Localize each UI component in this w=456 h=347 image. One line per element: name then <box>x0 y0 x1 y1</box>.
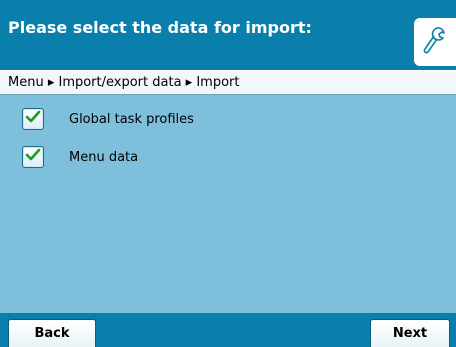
page-title: Please select the data for import: <box>8 18 312 37</box>
check-icon <box>25 110 41 129</box>
next-button[interactable]: Next <box>370 319 450 347</box>
breadcrumb-text: Menu ▸ Import/export data ▸ Import <box>8 75 240 90</box>
option-global-task-profiles[interactable]: Global task profiles <box>22 106 322 132</box>
global-task-profiles-checkbox[interactable] <box>22 108 44 130</box>
back-button[interactable]: Back <box>8 319 96 347</box>
menu-data-checkbox[interactable] <box>22 146 44 168</box>
settings-button[interactable] <box>414 18 456 66</box>
option-menu-data[interactable]: Menu data <box>22 144 322 170</box>
wrench-icon <box>422 25 448 60</box>
title-bar: Please select the data for import: <box>0 0 456 70</box>
global-task-profiles-label: Global task profiles <box>69 111 194 127</box>
menu-data-label: Menu data <box>69 149 139 165</box>
check-icon <box>25 148 41 167</box>
breadcrumb: Menu ▸ Import/export data ▸ Import <box>0 70 456 95</box>
import-screen: Please select the data for import: Menu … <box>0 0 456 347</box>
